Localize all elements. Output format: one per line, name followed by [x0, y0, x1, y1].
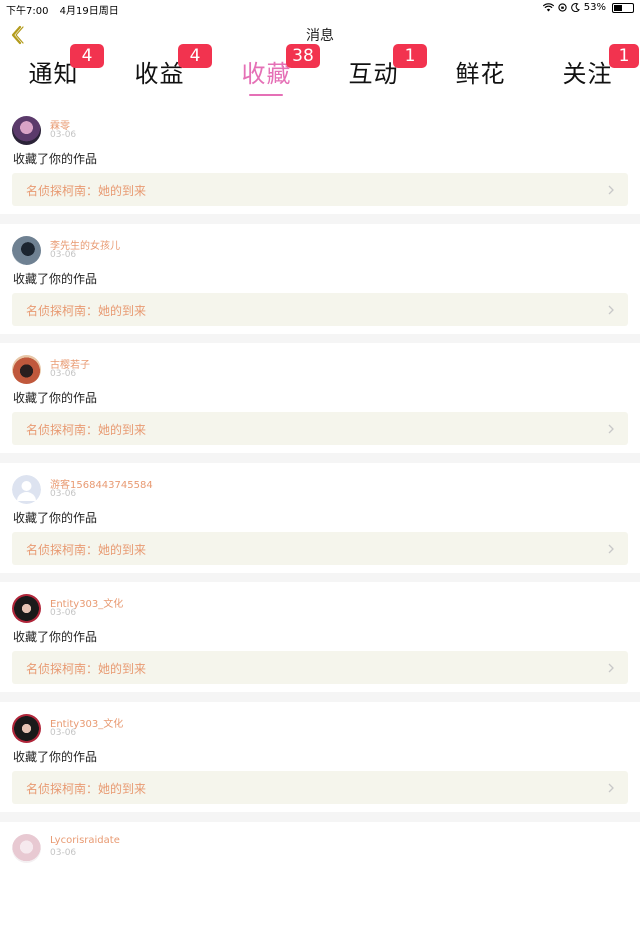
active-tab-indicator	[249, 94, 283, 96]
rotation-lock-icon	[558, 3, 567, 12]
avatar[interactable]	[12, 594, 41, 624]
tab-favorites[interactable]: 收藏 38	[213, 44, 320, 100]
work-title: 名侦探柯南：她的到来	[26, 184, 147, 198]
tab-bar: 通知 4 收益 4 收藏 38 互动 1 鲜花 关注 1	[0, 44, 640, 100]
work-link[interactable]: 名侦探柯南：她的到来	[12, 412, 628, 446]
list-item: 古樱若子 03-06 收藏了你的作品 名侦探柯南：她的到来	[0, 343, 640, 454]
chevron-right-icon	[608, 544, 614, 554]
list-item: 霖零 03-06 收藏了你的作品 名侦探柯南：她的到来	[0, 104, 640, 214]
list-item: Entity303_文化 03-06 收藏了你的作品 名侦探柯南：她的到来	[0, 582, 640, 693]
work-title: 名侦探柯南：她的到来	[26, 781, 147, 796]
divider	[0, 692, 640, 702]
work-title: 名侦探柯南：她的到来	[26, 542, 147, 557]
chevron-right-icon	[608, 424, 614, 434]
divider	[0, 811, 640, 822]
divider	[0, 214, 640, 224]
status-bar: 下午7:00 4月19日周日 53%	[0, 0, 640, 17]
wifi-icon	[542, 3, 554, 12]
chevron-right-icon	[608, 663, 614, 673]
avatar[interactable]	[12, 833, 41, 863]
status-time: 下午7:00	[6, 6, 49, 17]
tab-follows[interactable]: 关注 1	[534, 44, 640, 100]
avatar[interactable]	[12, 713, 41, 743]
work-title: 名侦探柯南：她的到来	[26, 662, 147, 677]
work-link[interactable]: 名侦探柯南：她的到来	[12, 173, 628, 206]
avatar[interactable]	[12, 116, 41, 145]
user-name[interactable]: Lycorisraidate	[50, 835, 120, 846]
unread-badge: 1	[393, 44, 427, 68]
battery-level	[614, 4, 623, 11]
work-link[interactable]: 名侦探柯南：她的到来	[12, 770, 628, 804]
timestamp: 03-06	[50, 249, 77, 260]
chevron-right-icon	[608, 783, 614, 793]
divider	[0, 333, 640, 344]
work-link[interactable]: 名侦探柯南：她的到来	[12, 531, 628, 565]
list-item: 游客1568443745584 03-06 收藏了你的作品 名侦探柯南：她的到来	[0, 462, 640, 573]
battery-icon	[612, 2, 634, 13]
unread-badge: 1	[609, 44, 639, 68]
status-time-date: 下午7:00 4月19日周日	[6, 2, 119, 17]
unread-badge: 4	[178, 44, 212, 68]
notification-list: 霖零 03-06 收藏了你的作品 名侦探柯南：她的到来 李先生的女孩儿 03-0…	[0, 104, 640, 932]
timestamp: 03-06	[50, 488, 77, 499]
tab-interactions[interactable]: 互动 1	[320, 44, 427, 100]
list-item: Lycorisraidate 03-06	[0, 821, 640, 932]
avatar[interactable]	[12, 355, 41, 385]
page-title: 消息	[306, 28, 334, 44]
list-item: 李先生的女孩儿 03-06 收藏了你的作品 名侦探柯南：她的到来	[0, 223, 640, 334]
timestamp: 03-06	[50, 369, 77, 380]
list-item: Entity303_文化 03-06 收藏了你的作品 名侦探柯南：她的到来	[0, 701, 640, 812]
action-text: 收藏了你的作品	[13, 271, 98, 286]
moon-icon	[570, 3, 580, 12]
chevron-right-icon	[608, 305, 614, 315]
divider	[0, 572, 640, 583]
chevron-right-icon	[608, 185, 614, 195]
work-link[interactable]: 名侦探柯南：她的到来	[12, 651, 628, 685]
divider	[0, 453, 640, 463]
unread-badge: 4	[70, 44, 104, 68]
battery-percent: 53%	[583, 2, 606, 13]
action-text: 收藏了你的作品	[13, 630, 98, 645]
action-text: 收藏了你的作品	[13, 152, 98, 166]
tab-label: 鲜花	[455, 60, 506, 88]
tab-flowers[interactable]: 鲜花	[427, 52, 534, 100]
status-date: 4月19日周日	[59, 6, 119, 17]
action-text: 收藏了你的作品	[13, 749, 98, 764]
status-icons: 53%	[542, 2, 634, 13]
default-avatar-icon[interactable]	[12, 474, 41, 504]
action-text: 收藏了你的作品	[13, 391, 98, 406]
tab-notifications[interactable]: 通知 4	[0, 44, 107, 100]
action-text: 收藏了你的作品	[13, 510, 98, 525]
unread-badge: 38	[286, 44, 320, 68]
tab-earnings[interactable]: 收益 4	[106, 44, 213, 100]
work-link[interactable]: 名侦探柯南：她的到来	[12, 292, 628, 326]
work-title: 名侦探柯南：她的到来	[26, 303, 147, 318]
timestamp: 03-06	[50, 130, 77, 140]
work-title: 名侦探柯南：她的到来	[26, 423, 147, 438]
timestamp: 03-06	[50, 608, 77, 619]
avatar[interactable]	[12, 235, 41, 265]
timestamp: 03-06	[50, 727, 77, 738]
